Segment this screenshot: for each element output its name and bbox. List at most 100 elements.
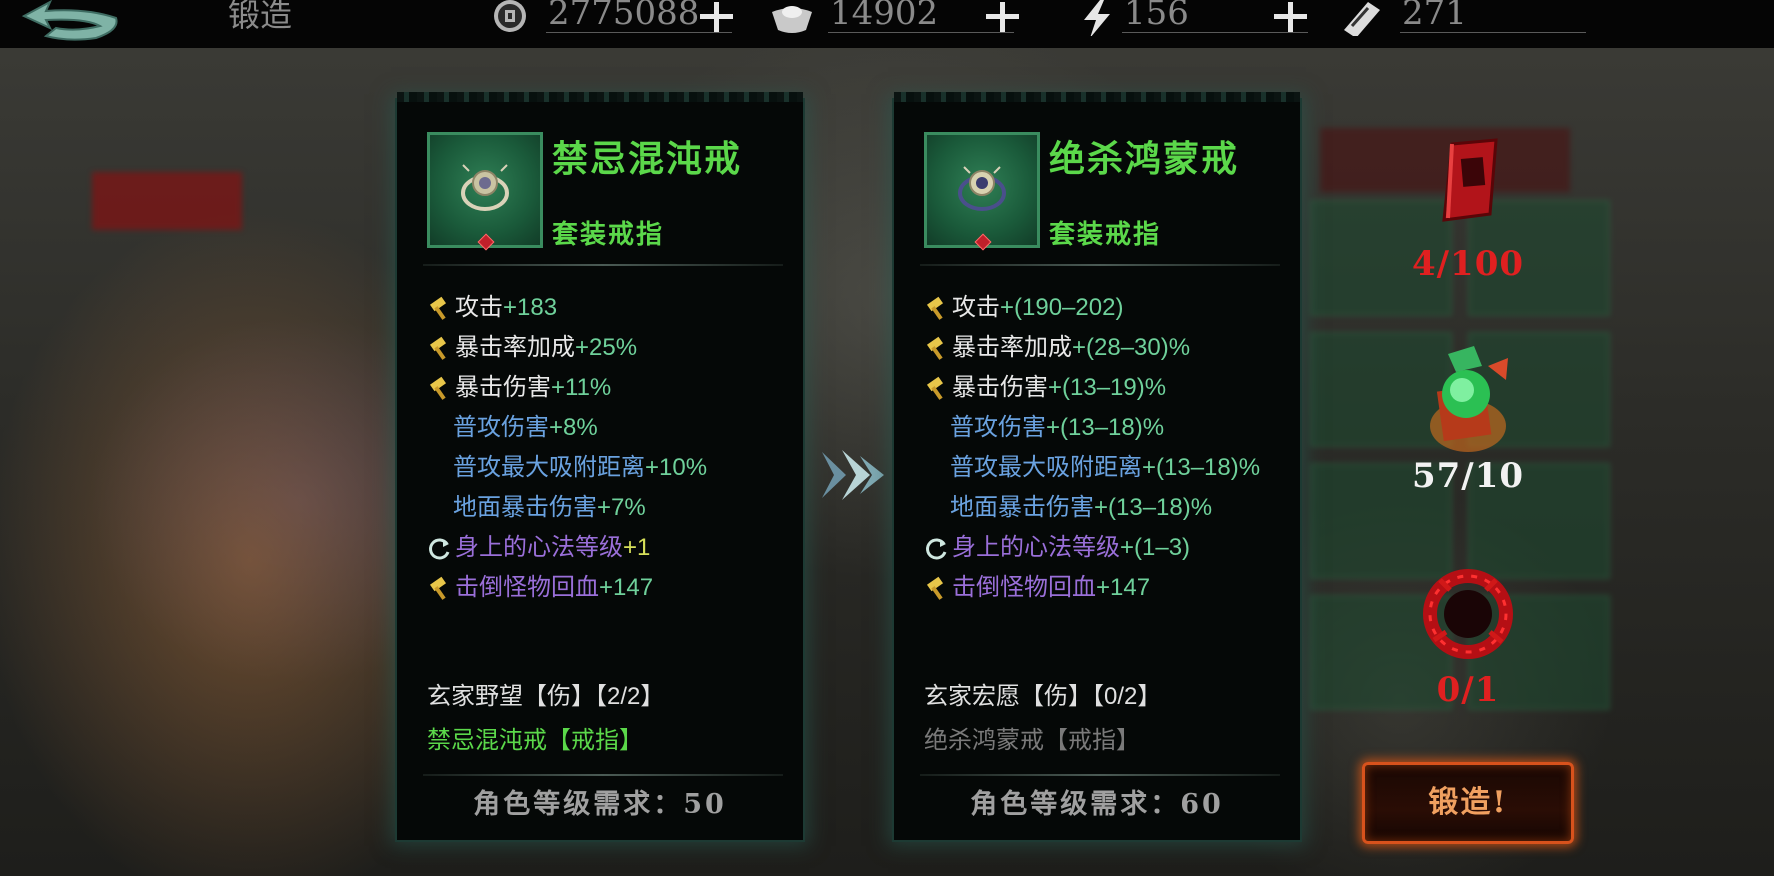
- add-energy-button[interactable]: [1272, 2, 1308, 32]
- stat-value: +11%: [551, 374, 612, 401]
- next-stat-row: 暴击率加成+(28–30)%: [924, 330, 1190, 366]
- copper-coin-icon: [494, 0, 526, 32]
- stat-label: 暴击伤害: [455, 374, 551, 401]
- forge-button[interactable]: 锻造!: [1362, 762, 1574, 844]
- stat-value: +(190–202): [1000, 294, 1124, 321]
- current-set-name: 玄家野望【伤】【2/2】: [427, 683, 665, 710]
- stat-value: +(1–3): [1120, 534, 1191, 561]
- refresh-icon: [427, 536, 453, 562]
- top-bar: 锻造 2775088 14902 156 271: [0, 0, 1774, 48]
- add-copper-button[interactable]: [698, 2, 734, 32]
- forge-button-label: 锻造!: [1428, 785, 1508, 820]
- stat-label: 普攻伤害: [453, 414, 549, 441]
- next-stat-row: 普攻最大吸附距离+(13–18)%: [924, 450, 1260, 486]
- current-item-panel: 禁忌混沌戒 套装戒指 攻击+183 暴击率加成+25% 暴击伤害+11% 普攻伤害+8…: [397, 92, 803, 840]
- next-stat-row: 地面暴击伤害+(13–18)%: [924, 490, 1212, 526]
- next-level-requirement: 角色等级需求：60: [970, 789, 1224, 820]
- next-stat-row: 普攻伤害+(13–18)%: [924, 410, 1164, 446]
- background-sign: [92, 172, 242, 230]
- stat-label: 暴击率加成: [952, 334, 1072, 361]
- stat-value: +183: [503, 294, 558, 321]
- red-thorn-ring-icon[interactable]: [1420, 560, 1516, 666]
- hammer-icon: [427, 576, 453, 602]
- current-item-icon-frame[interactable]: [427, 132, 543, 251]
- divider: [423, 774, 783, 776]
- current-stat-row: 普攻最大吸附距离+10%: [427, 450, 707, 486]
- stat-label: 地面暴击伤害: [950, 494, 1094, 521]
- current-set-piece: 禁忌混沌戒【戒指】: [427, 727, 643, 754]
- current-stat-row: 普攻伤害+8%: [427, 410, 598, 446]
- stat-label: 普攻伤害: [950, 414, 1046, 441]
- quality-gem-icon: [477, 233, 495, 251]
- current-stat-row: 暴击率加成+25%: [427, 330, 637, 366]
- red-book-icon[interactable]: [1438, 138, 1502, 222]
- stat-value: +(13–18)%: [1094, 494, 1213, 521]
- quality-gem-icon: [974, 233, 992, 251]
- stat-label: 击倒怪物回血: [952, 574, 1096, 601]
- back-arrow-icon: [21, 0, 118, 41]
- stat-value: +147: [1096, 574, 1151, 601]
- stat-label: 身上的心法等级: [455, 534, 623, 561]
- material-count: 0/1: [1436, 670, 1500, 710]
- hammer-icon: [924, 576, 950, 602]
- stat-label: 普攻最大吸附距离: [950, 454, 1142, 481]
- stat-label: 普攻最大吸附距离: [453, 454, 645, 481]
- stat-value: +25%: [575, 334, 638, 361]
- hammer-icon: [427, 376, 453, 402]
- hammer-icon: [924, 336, 950, 362]
- copper-value: 2775088: [548, 0, 700, 33]
- stat-value: +(13–18)%: [1046, 414, 1165, 441]
- divider: [423, 264, 783, 266]
- silver-value: 14902: [830, 0, 939, 33]
- token-underline: [1400, 32, 1586, 33]
- silver-ingot-icon: [772, 6, 812, 33]
- token-value: 271: [1402, 0, 1467, 33]
- next-item-panel: 绝杀鸿蒙戒 套装戒指 攻击+(190–202) 暴击率加成+(28–30)% 暴击伤…: [894, 92, 1300, 840]
- copper-underline: [546, 32, 732, 33]
- stat-value: +(13–18)%: [1142, 454, 1261, 481]
- hammer-icon: [924, 376, 950, 402]
- next-stat-row: 身上的心法等级+(1–3): [924, 530, 1190, 566]
- current-stat-row: 身上的心法等级+1: [427, 530, 650, 566]
- hammer-icon: [427, 296, 453, 322]
- screen-title: 锻造: [228, 0, 293, 34]
- stat-value: +7%: [597, 494, 646, 521]
- stat-label: 攻击: [455, 294, 503, 321]
- current-stat-row: 地面暴击伤害+7%: [427, 490, 646, 526]
- stat-value: +147: [599, 574, 654, 601]
- scroll-token-icon: [1344, 2, 1380, 36]
- add-silver-button[interactable]: [984, 2, 1020, 32]
- next-stat-row: 击倒怪物回血+147: [924, 570, 1150, 606]
- stat-value: +8%: [549, 414, 598, 441]
- divider: [920, 774, 1280, 776]
- stat-label: 暴击率加成: [455, 334, 575, 361]
- next-item-name: 绝杀鸿蒙戒: [1049, 138, 1240, 180]
- stat-label: 攻击: [952, 294, 1000, 321]
- current-level-requirement: 角色等级需求：50: [473, 789, 727, 820]
- next-item-icon-frame[interactable]: [924, 132, 1040, 251]
- hammer-icon: [427, 336, 453, 362]
- green-jade-crystal-icon[interactable]: [1422, 346, 1516, 456]
- next-stat-row: 暴击伤害+(13–19)%: [924, 370, 1166, 406]
- energy-value: 156: [1124, 0, 1189, 33]
- refresh-icon: [924, 536, 950, 562]
- divider: [920, 264, 1280, 266]
- current-item-type: 套装戒指: [552, 220, 665, 250]
- stat-value: +(13–19)%: [1048, 374, 1167, 401]
- lightning-energy-icon: [1084, 0, 1110, 36]
- current-item-name: 禁忌混沌戒: [552, 138, 743, 180]
- stat-label: 击倒怪物回血: [455, 574, 599, 601]
- stat-value: +(28–30)%: [1072, 334, 1191, 361]
- upgrade-arrow-icon: [822, 450, 884, 500]
- ring-icon: [461, 164, 509, 211]
- material-count: 4/100: [1411, 244, 1525, 284]
- stat-label: 身上的心法等级: [952, 534, 1120, 561]
- energy-underline: [1122, 32, 1308, 33]
- current-stat-row: 击倒怪物回血+147: [427, 570, 653, 606]
- current-stat-row: 攻击+183: [427, 290, 557, 326]
- back-button[interactable]: [16, 0, 126, 44]
- next-item-type: 套装戒指: [1049, 220, 1162, 250]
- ring-icon: [958, 166, 1006, 211]
- stat-value: +10%: [645, 454, 708, 481]
- stat-label: 地面暴击伤害: [453, 494, 597, 521]
